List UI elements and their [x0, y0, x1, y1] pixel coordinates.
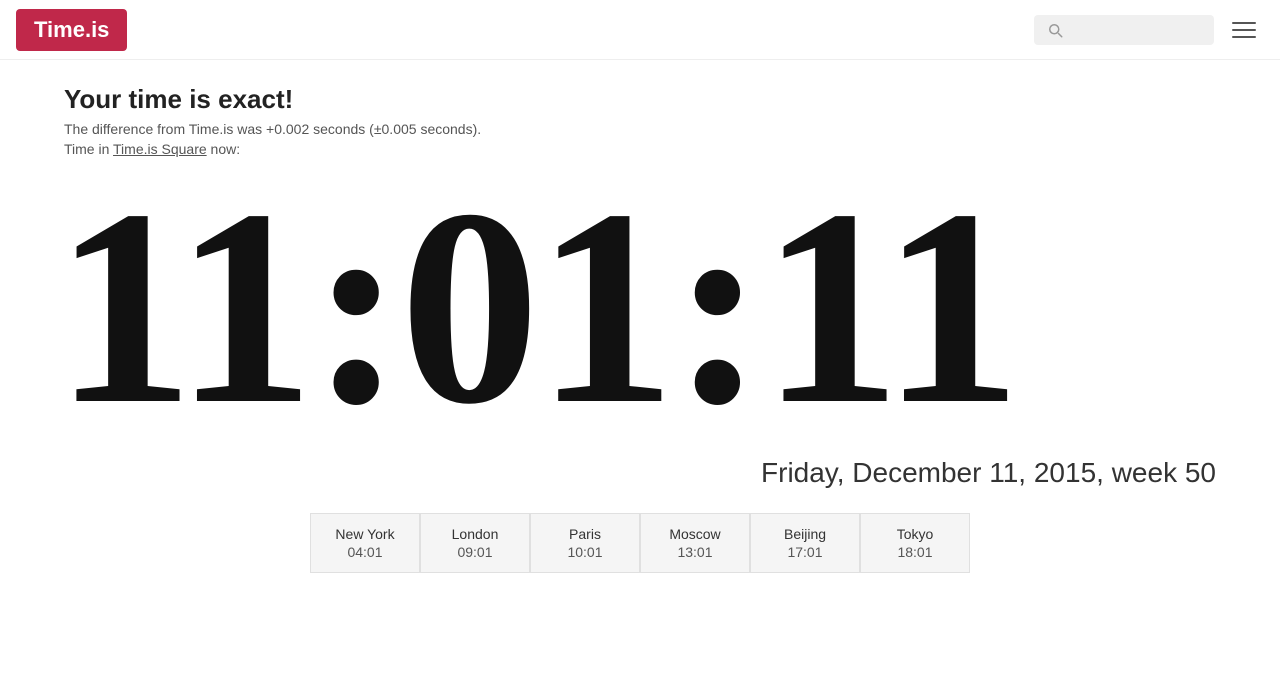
- city-name: New York: [335, 526, 395, 542]
- city-name: Beijing: [775, 526, 835, 542]
- city-time: 09:01: [445, 544, 505, 560]
- city-time: 10:01: [555, 544, 615, 560]
- header: Time.is: [0, 0, 1280, 60]
- main-content: Your time is exact! The difference from …: [0, 60, 1280, 613]
- city-name: Tokyo: [885, 526, 945, 542]
- city-time: 13:01: [665, 544, 725, 560]
- city-times: New York 04:01 London 09:01 Paris 10:01 Moscow…: [64, 513, 1216, 573]
- menu-line-1: [1232, 22, 1256, 24]
- menu-line-2: [1232, 29, 1256, 31]
- city-item[interactable]: New York 04:01: [310, 513, 420, 573]
- hamburger-menu-button[interactable]: [1224, 14, 1264, 46]
- menu-line-3: [1232, 36, 1256, 38]
- city-name: London: [445, 526, 505, 542]
- big-clock: 11:01:11: [54, 167, 1216, 447]
- search-bar[interactable]: [1034, 15, 1214, 45]
- city-time: 04:01: [335, 544, 395, 560]
- city-item[interactable]: Paris 10:01: [530, 513, 640, 573]
- difference-text: The difference from Time.is was +0.002 s…: [64, 121, 1216, 137]
- city-item[interactable]: Beijing 17:01: [750, 513, 860, 573]
- search-input[interactable]: [1072, 22, 1202, 38]
- city-time: 17:01: [775, 544, 835, 560]
- exact-title: Your time is exact!: [64, 84, 1216, 115]
- city-item[interactable]: London 09:01: [420, 513, 530, 573]
- search-icon: [1046, 21, 1064, 39]
- logo[interactable]: Time.is: [16, 9, 127, 51]
- city-time: 18:01: [885, 544, 945, 560]
- city-name: Paris: [555, 526, 615, 542]
- city-item[interactable]: Moscow 13:01: [640, 513, 750, 573]
- header-right: [1034, 14, 1264, 46]
- city-name: Moscow: [665, 526, 725, 542]
- city-item[interactable]: Tokyo 18:01: [860, 513, 970, 573]
